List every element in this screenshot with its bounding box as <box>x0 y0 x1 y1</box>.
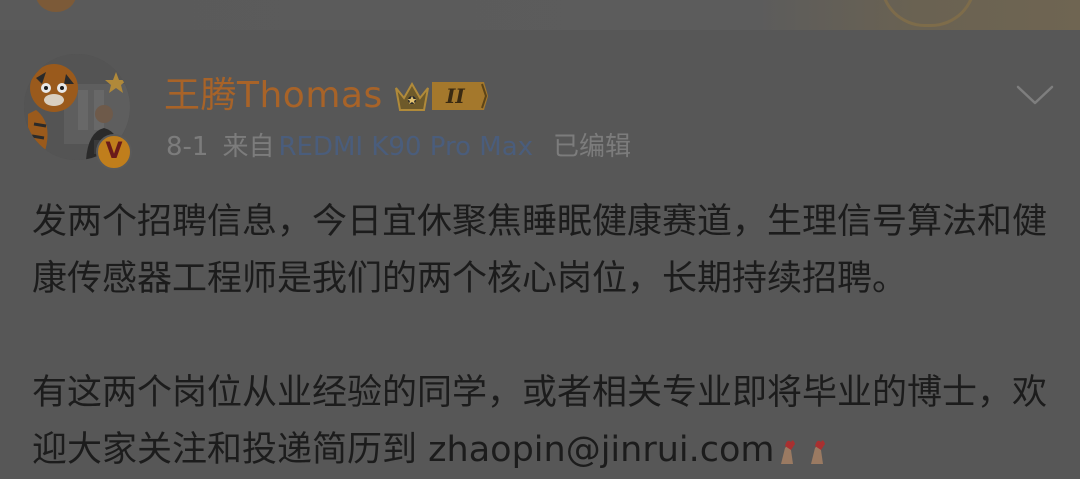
chevron-down-icon[interactable] <box>1016 84 1054 106</box>
edited-label[interactable]: 已编辑 <box>553 132 631 162</box>
post-content: 发两个招聘信息，今日宜休聚焦睡眠健康赛道，生理信号算法和健康传感器工程师是我们的… <box>32 194 1048 479</box>
post-time: 8-1 <box>166 132 209 162</box>
vip-level-label: II <box>446 84 465 108</box>
app-logo-icon <box>36 0 76 12</box>
post-paragraph: 发两个招聘信息，今日宜休聚焦睡眠健康赛道，生理信号算法和健康传感器工程师是我们的… <box>32 202 1048 299</box>
top-header-strip <box>0 0 1080 30</box>
device-link[interactable]: REDMI K90 Pro Max <box>278 132 533 162</box>
post-meta: 8-1 来自 REDMI K90 Pro Max 已编辑 <box>166 130 631 164</box>
author-name[interactable]: 王腾Thomas <box>164 74 383 118</box>
header-faded-text <box>86 0 94 16</box>
header-decoration-icon <box>880 0 976 27</box>
email-link[interactable]: zhaopin@jinrui.com <box>428 430 774 470</box>
source-prefix: 来自 <box>222 132 275 162</box>
post-paragraph: 有这两个岗位从业经验的同学，或者相关专业即将毕业的博士，欢迎大家关注和投递简历到… <box>32 365 1048 479</box>
crown-icon[interactable] <box>392 78 488 114</box>
verified-v-icon: V <box>96 134 132 170</box>
heart-hands-emoji-icon <box>780 440 825 464</box>
